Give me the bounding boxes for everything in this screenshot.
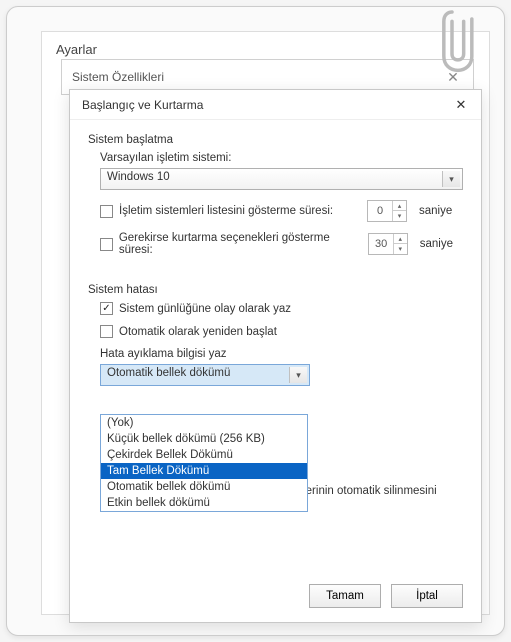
debug-option[interactable]: (Yok): [101, 415, 307, 431]
cancel-button[interactable]: İptal: [391, 584, 463, 608]
debug-info-select[interactable]: Otomatik bellek dökümü ▾: [100, 364, 310, 386]
dialog-close-button[interactable]: ✕: [449, 93, 473, 117]
seconds-unit: saniye: [419, 205, 463, 217]
debug-option[interactable]: Etkin bellek dökümü: [101, 495, 307, 511]
show-recovery-checkbox[interactable]: [100, 238, 113, 251]
chevron-down-icon: ▾: [442, 171, 460, 187]
write-event-log-checkbox[interactable]: [100, 302, 113, 315]
spinner-up-icon: ▴: [394, 234, 407, 244]
default-os-label: Varsayılan işletim sistemi:: [100, 152, 463, 164]
system-properties-title: Sistem Özellikleri: [72, 70, 164, 84]
debug-option[interactable]: Tam Bellek Dökümü: [101, 463, 307, 479]
spinner-down-icon: ▾: [393, 211, 406, 221]
debug-option[interactable]: Çekirdek Bellek Dökümü: [101, 447, 307, 463]
spinner-up-icon: ▴: [393, 201, 406, 211]
show-os-list-checkbox[interactable]: [100, 205, 113, 218]
debug-option[interactable]: Otomatik bellek dökümü: [101, 479, 307, 495]
spinner-down-icon: ▾: [394, 244, 407, 254]
auto-restart-checkbox[interactable]: [100, 325, 113, 338]
recovery-seconds-spinner[interactable]: 30 ▴▾: [368, 233, 407, 255]
default-os-value: Windows 10: [107, 171, 170, 183]
system-failure-header: Sistem hatası: [88, 284, 463, 296]
debug-option[interactable]: Küçük bellek dökümü (256 KB): [101, 431, 307, 447]
system-startup-header: Sistem başlatma: [88, 134, 463, 146]
os-list-seconds-spinner[interactable]: 0 ▴▾: [367, 200, 407, 222]
dialog-title: Başlangıç ve Kurtarma: [82, 98, 203, 112]
debug-info-label: Hata ayıklama bilgisi yaz: [100, 348, 463, 360]
show-os-list-label: İşletim sistemleri listesini gösterme sü…: [119, 205, 333, 217]
close-icon[interactable]: ✕: [443, 67, 463, 87]
show-recovery-label: Gerekirse kurtarma seçenekleri gösterme …: [119, 232, 363, 256]
default-os-select[interactable]: Windows 10 ▾: [100, 168, 463, 190]
auto-restart-label: Otomatik olarak yeniden başlat: [119, 326, 277, 338]
chevron-down-icon: ▾: [289, 367, 307, 383]
debug-info-selected: Otomatik bellek dökümü: [107, 367, 230, 379]
seconds-unit: saniye: [420, 238, 463, 250]
startup-recovery-dialog: Başlangıç ve Kurtarma ✕ Sistem başlatma …: [69, 89, 482, 623]
ok-button[interactable]: Tamam: [309, 584, 381, 608]
write-event-log-label: Sistem günlüğüne olay olarak yaz: [119, 303, 291, 315]
debug-info-dropdown-list[interactable]: (Yok)Küçük bellek dökümü (256 KB)Çekirde…: [100, 414, 308, 512]
